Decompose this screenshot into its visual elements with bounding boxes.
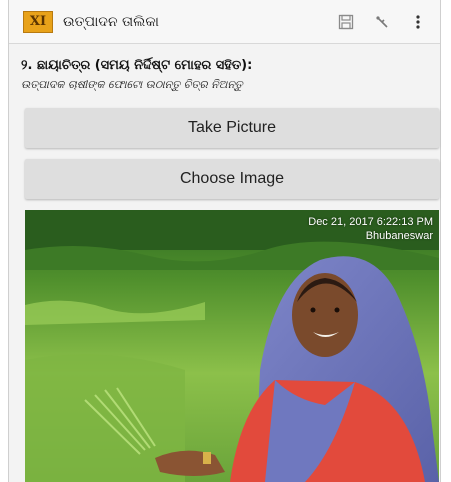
captured-photo: Dec 21, 2017 6:22:13 PM Bhubaneswar [25,210,439,482]
form-content: ୨. ଛାୟାଚିତ୍ର (ସମୟ ନିର୍ଦ୍ଦିଷ୍ଟ ମୋହର ସହିତ)… [9,44,440,482]
photo-timestamp: Dec 21, 2017 6:22:13 PM [308,216,433,228]
save-icon[interactable] [332,8,360,36]
take-picture-button[interactable]: Take Picture [25,108,439,148]
app-screen: XI ଉତ୍ପାଦନ ତାଲିକା ୨. ଛାୟାଚିତ୍ର (ସମୟ ନିର୍… [8,0,441,482]
app-logo: XI [23,10,53,33]
overflow-menu-icon[interactable] [404,8,432,36]
gps-icon[interactable] [368,8,396,36]
photo-image [25,210,439,482]
choose-image-button[interactable]: Choose Image [25,159,439,199]
top-app-bar: XI ଉତ୍ପାଦନ ତାଲିକା [9,0,440,44]
app-title: ଉତ୍ପାଦନ ତାଲିକା [63,13,159,30]
question-title: ୨. ଛାୟାଚିତ୍ର (ସମୟ ନିର୍ଦ୍ଦିଷ୍ଟ ମୋହର ସହିତ)… [21,58,253,73]
question-hint: ଉତ୍ପାଦକ ଚାଷୀଙ୍କ ଫୋଟୋ ଉଠାନ୍ତୁ ଚିତ୍ର ନିଅନ୍… [21,78,243,91]
photo-location: Bhubaneswar [365,230,433,242]
